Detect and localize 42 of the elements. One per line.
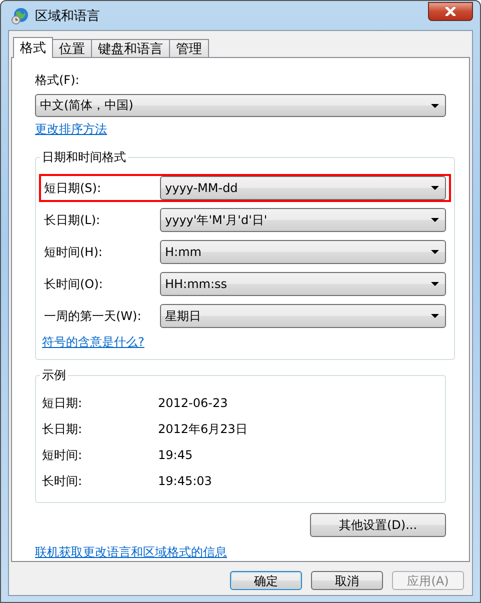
tab[interactable]: 键盘和语言 — [91, 39, 170, 57]
caret-icon — [431, 186, 439, 190]
example-value: 19:45 — [158, 448, 193, 462]
example-value: 2012年6月23日 — [158, 420, 248, 438]
caret-icon — [431, 250, 439, 254]
example-label: 短时间: — [42, 446, 84, 464]
close-icon — [445, 6, 456, 16]
example-value: 2012-06-23 — [158, 396, 228, 410]
field-label: 长时间(O): — [44, 276, 104, 293]
sort-method-link[interactable]: 更改排序方法 — [35, 121, 107, 138]
online-info-link[interactable]: 联机获取更改语言和区域格式的信息 — [35, 544, 227, 561]
format-dropdown[interactable]: H:mm — [160, 240, 446, 264]
example-label: 短日期: — [42, 394, 84, 412]
format-dropdown[interactable]: 星期日 — [160, 304, 446, 328]
group-title: 示例 — [41, 367, 67, 384]
format-dropdown[interactable]: 中文(简体，中国) — [35, 94, 446, 117]
field-label: 长日期(L): — [44, 212, 102, 229]
caret-icon — [431, 282, 439, 286]
close-button[interactable] — [428, 2, 473, 20]
dialog-button[interactable]: 确定 — [230, 571, 302, 590]
tab[interactable]: 位置 — [52, 39, 92, 57]
other-settings-button[interactable]: 其他设置(D)... — [310, 513, 446, 537]
format-dropdown[interactable]: yyyy'年'M'月'd'日' — [160, 208, 446, 232]
format-dropdown[interactable]: HH:mm:ss — [160, 272, 446, 296]
field-label: 短时间(H): — [44, 244, 104, 261]
tab[interactable]: 管理 — [169, 39, 209, 57]
example-label: 长日期: — [42, 420, 84, 438]
format-dropdown[interactable]: yyyy-MM-dd — [160, 176, 446, 200]
globe-icon — [11, 6, 29, 24]
example-label: 长时间: — [42, 472, 84, 490]
field-label: 一周的第一天(W): — [44, 308, 142, 325]
field-label: 短日期(S): — [44, 180, 102, 197]
tab[interactable]: 格式 — [13, 37, 53, 58]
symbols-help-link[interactable]: 符号的含意是什么? — [42, 334, 144, 352]
dialog-button[interactable]: 取消 — [311, 571, 383, 590]
caret-icon — [431, 218, 439, 222]
example-value: 19:45:03 — [158, 474, 212, 488]
format-label: 格式(F): — [35, 72, 80, 89]
caret-icon — [431, 314, 439, 318]
window-title: 区域和语言 — [35, 8, 101, 24]
group-title: 日期和时间格式 — [41, 149, 127, 166]
caret-icon — [431, 104, 439, 108]
